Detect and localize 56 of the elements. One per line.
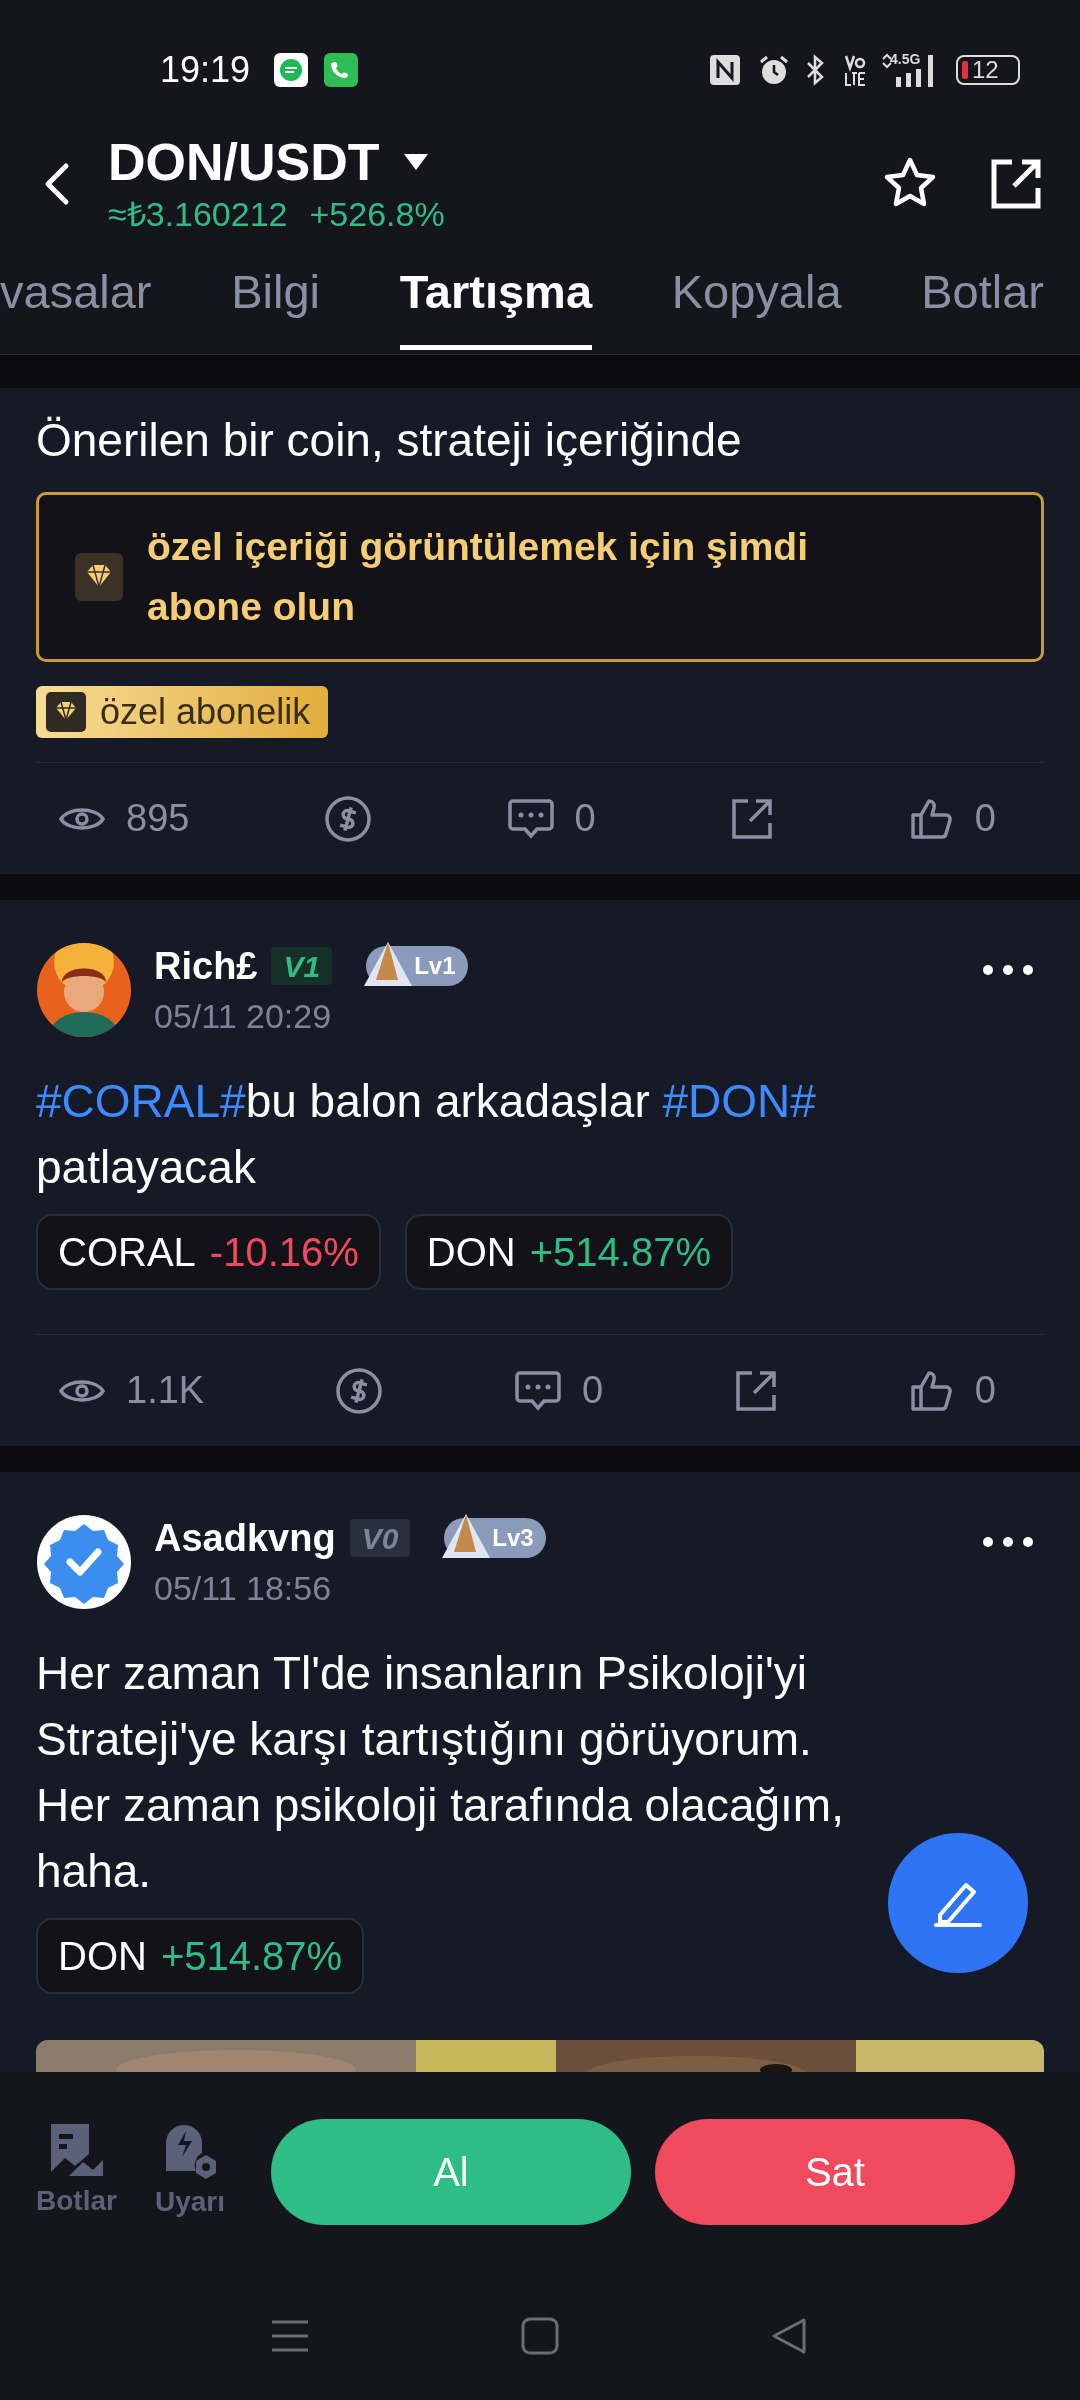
coin-tag[interactable]: CORAL -10.16% (36, 1214, 381, 1290)
hashtag-link[interactable]: #CORAL# (36, 1075, 246, 1127)
tab[interactable]: vasalar (0, 240, 152, 354)
toolbar-button[interactable]: Botlar (36, 2122, 117, 2222)
comment-icon[interactable] (506, 796, 555, 841)
toolbar-button[interactable]: Uyarı (154, 2121, 225, 2223)
subscription-badge: özel abonelik (36, 686, 329, 738)
menu-icon[interactable] (270, 2318, 310, 2354)
thumbs-up-icon[interactable] (908, 796, 953, 841)
network-type: 4.5G (890, 50, 921, 69)
vip-badge: V1 (271, 947, 333, 985)
view-count: 1.1K (126, 1368, 205, 1413)
volte-icon (844, 53, 866, 87)
price-change: +526.8% (309, 194, 445, 234)
bluetooth-icon (804, 54, 826, 86)
comment-icon[interactable] (513, 1368, 562, 1413)
author-name[interactable]: Rich£ (154, 942, 258, 990)
subscribe-message: özel içeriği görüntülemek için şimdi abone olun (147, 524, 809, 630)
sell-button[interactable]: Sat (654, 2119, 1015, 2225)
coin-tag[interactable]: DON +514.87% (36, 1918, 365, 1994)
like-count: 0 (974, 796, 996, 841)
price-text: ≈₺3.160212 (108, 194, 288, 234)
pair-title: DON/USDT (108, 132, 380, 193)
coin-tip-icon[interactable] (324, 794, 372, 843)
thumbs-up-icon[interactable] (908, 1368, 953, 1413)
more-icon[interactable] (982, 964, 1034, 976)
report-icon (49, 2122, 104, 2178)
post-text: Her zaman Tl'de insanların Psikoloji'yi Strateji'ye karşı tartıştığını görüyorum. Her zaman psikoloji tarafında olacağım, haha. (36, 1646, 845, 1899)
status-time: 19:19 (160, 48, 251, 92)
subscribe-prompt[interactable]: özel içeriği görüntülemek için şimdi abone olun (36, 492, 1044, 662)
alarm-icon (758, 54, 790, 86)
view-count: 895 (126, 796, 190, 841)
hashtag-link[interactable]: #DON# (662, 1075, 816, 1127)
phone-app-icon (324, 53, 359, 87)
nfc-icon (710, 55, 740, 85)
battery-level: 12 (972, 58, 999, 82)
message-app-icon (274, 53, 309, 87)
coin-tag[interactable]: DON +514.87% (404, 1214, 733, 1290)
post-title: Önerilen bir coin, strateji içeriğinde (36, 413, 743, 468)
verified-avatar-icon[interactable] (36, 1514, 132, 1610)
post-text: #CORAL#bu balon arkadaşlar #DON# patlayacak (36, 1074, 817, 1195)
author-name[interactable]: Asadkvng (154, 1514, 336, 1562)
post-time: 05/11 18:56 (154, 1568, 333, 1609)
tab[interactable]: Botlar (921, 240, 1044, 354)
vip-badge: V0 (349, 1519, 411, 1557)
tab[interactable]: Bilgi (231, 240, 320, 354)
home-icon[interactable] (520, 2316, 560, 2356)
battery-fill-icon (962, 61, 968, 79)
coin-tip-icon[interactable] (335, 1366, 384, 1415)
more-icon[interactable] (982, 1536, 1034, 1548)
like-count: 0 (974, 1368, 996, 1413)
comment-count: 0 (574, 796, 596, 841)
post-time: 05/11 20:29 (154, 996, 333, 1037)
tab[interactable]: Kopyala (671, 240, 842, 354)
comment-count: 0 (581, 1368, 604, 1413)
tab[interactable]: Tartışma (399, 240, 593, 354)
